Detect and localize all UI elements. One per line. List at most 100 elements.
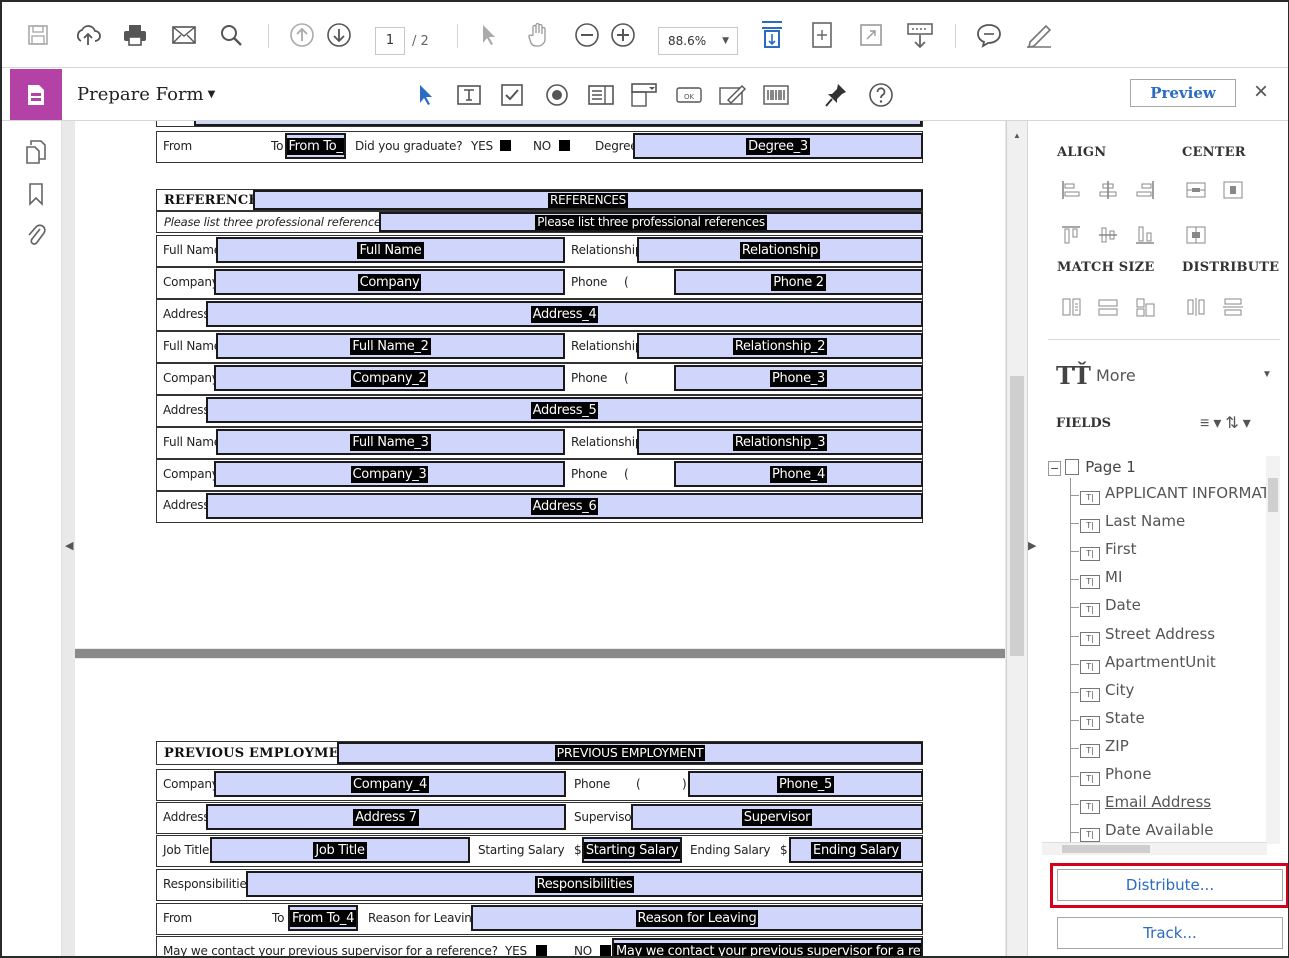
checkbox-tool-icon[interactable] — [500, 82, 524, 108]
phone-field-3[interactable]: Phone_4 — [674, 461, 923, 487]
bookmarks-icon[interactable] — [24, 181, 48, 207]
company-field-2[interactable]: Company_2 — [214, 365, 565, 391]
job-title-field[interactable]: Job Title — [210, 837, 470, 863]
document-vertical-scrollbar[interactable]: ▲ — [1006, 121, 1027, 956]
read-mode-icon[interactable] — [906, 22, 934, 49]
address-field-1[interactable]: Address_4 — [206, 301, 923, 327]
zoom-out-icon[interactable] — [574, 22, 600, 48]
select-object-icon[interactable] — [415, 82, 435, 108]
save-icon[interactable] — [26, 22, 50, 48]
from-to-field[interactable]: From To_ — [285, 133, 346, 159]
pin-icon[interactable] — [824, 82, 848, 108]
hand-tool-icon[interactable] — [526, 22, 550, 48]
contact-supervisor-field[interactable]: May we contact your previous supervisor … — [612, 938, 923, 956]
scroll-up-icon[interactable]: ▲ — [1013, 131, 1021, 140]
tree-field-item[interactable]: T| First — [1080, 540, 1137, 562]
yes-checkbox[interactable] — [500, 140, 511, 151]
tree-field-item[interactable]: T| Date Available — [1080, 821, 1214, 843]
list-box-tool-icon[interactable] — [587, 82, 615, 108]
scroll-thumb[interactable] — [1010, 376, 1024, 656]
comment-icon[interactable] — [975, 22, 1003, 48]
tree-field-item[interactable]: T| Date — [1080, 596, 1141, 618]
employment-from-to-field[interactable]: From To_4 — [288, 905, 358, 931]
align-horizontal-center-icon[interactable] — [1097, 179, 1119, 201]
page-number-input[interactable]: 1 — [375, 27, 405, 55]
sign-icon[interactable] — [1024, 22, 1054, 48]
tree-field-item[interactable]: T| APPLICANT INFORMAT — [1080, 484, 1270, 506]
dropdown-tool-icon[interactable] — [630, 82, 658, 108]
tree-field-item[interactable]: T| Email Address — [1080, 793, 1211, 815]
radio-button-tool-icon[interactable] — [544, 82, 570, 108]
phone-field-2[interactable]: Phone_3 — [674, 365, 923, 391]
preview-button[interactable]: Preview — [1130, 79, 1236, 107]
next-page-icon[interactable] — [326, 22, 352, 48]
employment-phone-field[interactable]: Phone_5 — [688, 771, 923, 797]
text-field-icon[interactable] — [456, 82, 482, 108]
previous-employment-title-field[interactable]: PREVIOUS EMPLOYMENT — [337, 742, 923, 764]
relationship-field-1[interactable]: Relationship — [637, 237, 923, 263]
button-tool-icon[interactable]: OK — [675, 82, 703, 108]
collapse-right-panel-icon[interactable]: ▶ — [1028, 539, 1036, 552]
print-icon[interactable] — [122, 22, 148, 48]
more-chevron-icon[interactable]: ▼ — [1262, 369, 1272, 380]
company-field-3[interactable]: Company_3 — [214, 461, 565, 487]
tree-field-item[interactable]: T| ZIP — [1080, 737, 1129, 759]
tree-field-item[interactable]: T| MI — [1080, 568, 1122, 590]
zoom-in-icon[interactable] — [610, 22, 636, 48]
search-icon[interactable] — [219, 22, 243, 48]
digital-signature-tool-icon[interactable] — [718, 82, 748, 108]
document-view[interactable]: ◀ From To From To_ Did you graduate? YES… — [62, 121, 1027, 956]
ending-salary-field[interactable]: Ending Salary — [789, 837, 923, 863]
zoom-level-select[interactable]: 88.6% ▼ — [658, 27, 738, 55]
prepare-form-icon[interactable] — [10, 69, 62, 120]
fit-width-icon[interactable] — [809, 22, 835, 48]
page-thumbnails-icon[interactable] — [24, 139, 48, 165]
barcode-tool-icon[interactable] — [762, 82, 790, 108]
fit-page-icon[interactable] — [759, 21, 785, 48]
center-vertically-icon[interactable] — [1222, 179, 1244, 201]
contact-no-checkbox[interactable] — [600, 945, 611, 956]
fields-tree-horizontal-scrollbar[interactable] — [1042, 842, 1267, 855]
sort-options-icon[interactable]: ≡▾ — [1200, 415, 1225, 432]
cloud-upload-icon[interactable] — [74, 22, 102, 48]
relationship-field-2[interactable]: Relationship_2 — [637, 333, 923, 359]
align-vertical-center-icon[interactable] — [1097, 224, 1119, 246]
company-field-1[interactable]: Company — [214, 269, 565, 295]
match-width-icon[interactable] — [1060, 296, 1082, 318]
match-both-icon[interactable] — [1134, 296, 1156, 318]
more-label[interactable]: More — [1096, 366, 1136, 385]
tree-field-item[interactable]: T| State — [1080, 709, 1145, 731]
tree-field-item[interactable]: T| Street Address — [1080, 625, 1215, 647]
prepare-form-menu[interactable]: Prepare Form ▼ — [77, 84, 215, 105]
full-name-field-1[interactable]: Full Name — [216, 237, 565, 263]
alphabetical-sort-icon[interactable]: ⇅▾ — [1225, 415, 1254, 432]
align-right-icon[interactable] — [1134, 179, 1156, 201]
supervisor-field[interactable]: Supervisor — [631, 804, 923, 830]
match-height-icon[interactable] — [1097, 296, 1119, 318]
previous-page-icon[interactable] — [289, 22, 315, 48]
text-properties-icon[interactable]: TŤ — [1056, 361, 1091, 390]
fields-sort-icons[interactable]: ≡▾⇅▾ — [1200, 413, 1255, 433]
tree-field-item[interactable]: T| Phone — [1080, 765, 1151, 787]
employment-address-field[interactable]: Address 7 — [206, 804, 566, 830]
full-screen-icon[interactable] — [858, 22, 884, 48]
fields-tree-vertical-scrollbar[interactable] — [1266, 456, 1280, 844]
references-title-field[interactable]: REFERENCES — [253, 190, 923, 210]
address-field-2[interactable]: Address_5 — [206, 397, 923, 423]
fields-scroll-thumb[interactable] — [1268, 478, 1278, 512]
contact-yes-checkbox[interactable] — [536, 945, 547, 956]
fields-hscroll-thumb[interactable] — [1062, 845, 1150, 853]
no-checkbox[interactable] — [559, 140, 570, 151]
phone-field-1[interactable]: Phone 2 — [674, 269, 923, 295]
employment-company-field[interactable]: Company_4 — [214, 771, 566, 797]
references-subtitle-field[interactable]: Please list three professional reference… — [379, 212, 923, 232]
tree-page-node[interactable]: − Page 1 — [1048, 458, 1136, 476]
align-bottom-icon[interactable] — [1134, 224, 1156, 246]
center-horizontally-icon[interactable] — [1185, 179, 1207, 201]
distribute-vertically-icon[interactable] — [1222, 296, 1244, 318]
align-top-icon[interactable] — [1060, 224, 1082, 246]
collapse-left-panel-icon[interactable]: ◀ — [65, 539, 73, 552]
distribute-horizontally-icon[interactable] — [1185, 296, 1207, 318]
tree-field-item[interactable]: T| City — [1080, 681, 1134, 703]
track-button[interactable]: Track... — [1057, 917, 1283, 949]
